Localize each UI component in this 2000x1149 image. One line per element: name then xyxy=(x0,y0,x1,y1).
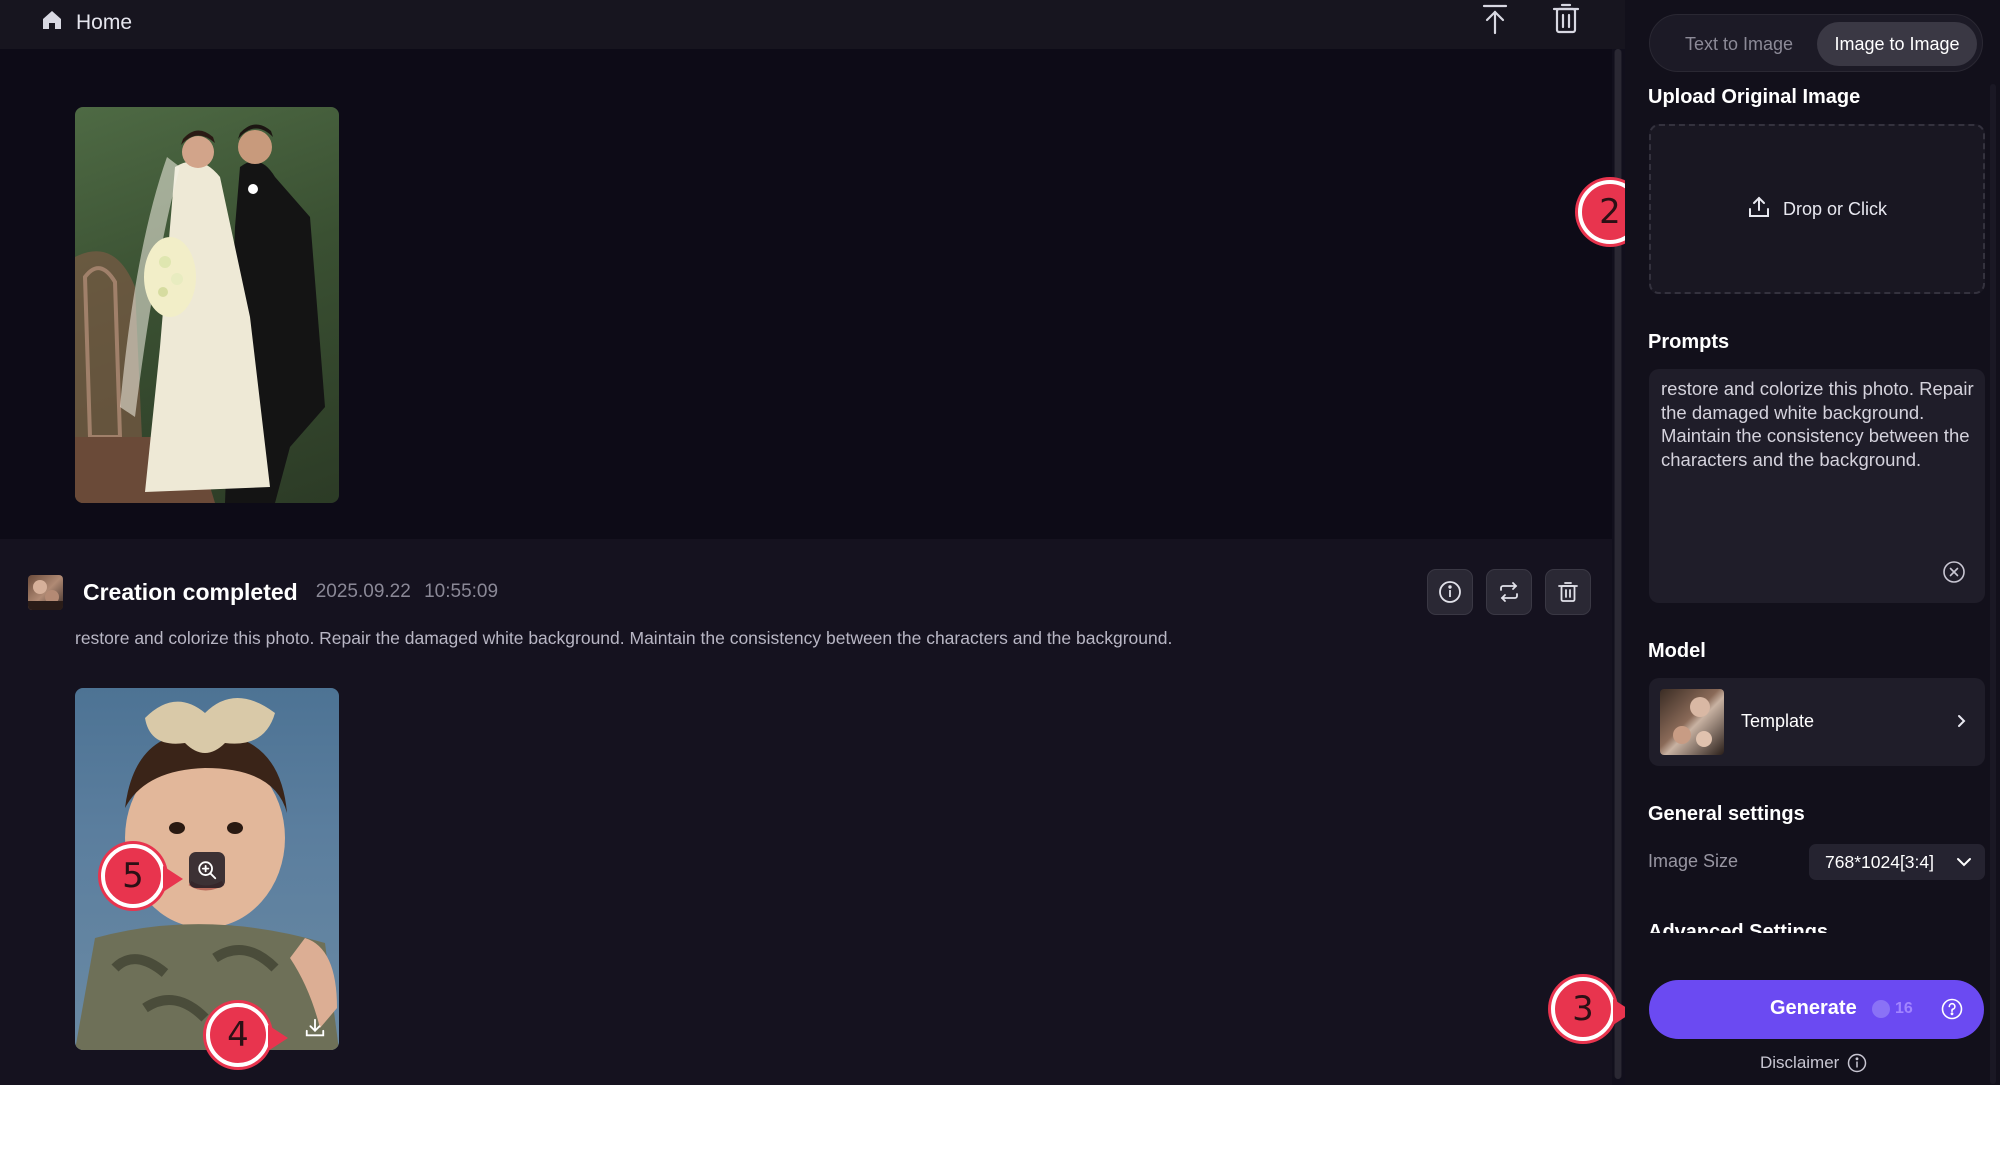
zoom-button[interactable] xyxy=(189,852,225,888)
generate-cost: 16 xyxy=(1895,1000,1913,1017)
regenerate-button[interactable] xyxy=(1486,569,1532,615)
advanced-settings-header[interactable]: Advanced Settings xyxy=(1648,918,1968,933)
general-settings-title: General settings xyxy=(1648,803,1805,825)
callout-badge-4: 4 xyxy=(206,1003,288,1067)
home-link[interactable]: Home xyxy=(40,8,132,38)
credit-coin-icon xyxy=(1872,1000,1890,1018)
creation-header: Creation completed 2025.09.22 10:55:09 xyxy=(28,574,498,610)
wedding-photo-image xyxy=(75,124,325,503)
scroll-to-top-icon[interactable] xyxy=(1478,2,1512,36)
creation-timestamp: 2025.09.22 10:55:09 xyxy=(315,581,499,602)
generate-button[interactable]: Generate 16 xyxy=(1649,980,1984,1039)
delete-icon xyxy=(1558,582,1578,602)
zoom-icon xyxy=(198,861,217,880)
creation-avatar xyxy=(28,574,63,610)
model-selector[interactable]: Template xyxy=(1649,678,1985,766)
clear-prompt-icon[interactable] xyxy=(1942,560,1966,584)
creation-status: Creation completed xyxy=(83,578,298,605)
regenerate-icon xyxy=(1500,582,1518,602)
upload-dropzone[interactable]: Drop or Click xyxy=(1649,124,1985,294)
download-button[interactable] xyxy=(298,1013,332,1043)
info-icon xyxy=(1848,1053,1867,1073)
tab-text-to-image[interactable]: Text to Image xyxy=(1658,22,1820,66)
disclaimer-label: Disclaimer xyxy=(1760,1053,1840,1072)
image-size-select[interactable]: 768*1024[3:4] xyxy=(1809,844,1985,880)
help-icon[interactable] xyxy=(1941,998,1963,1020)
tab-image-to-image[interactable]: Image to Image xyxy=(1817,22,1977,66)
delete-button[interactable] xyxy=(1545,569,1591,615)
prompt-text: restore and colorize this photo. Repair … xyxy=(1661,378,1974,470)
chevron-down-icon xyxy=(1957,858,1971,867)
prompt-textarea[interactable]: restore and colorize this photo. Repair … xyxy=(1649,369,1985,603)
home-icon xyxy=(40,8,64,38)
info-button[interactable] xyxy=(1427,569,1473,615)
image-size-value: 768*1024[3:4] xyxy=(1825,851,1934,872)
advanced-settings-title: Advanced Settings xyxy=(1648,921,1829,933)
model-name: Template xyxy=(1741,711,1815,731)
trash-icon[interactable] xyxy=(1549,2,1583,36)
chevron-right-icon xyxy=(1958,715,1966,727)
image-size-label: Image Size xyxy=(1648,851,1739,871)
upload-icon xyxy=(1747,195,1771,224)
app-window: Home Creation completed 2025.09.22 10:55… xyxy=(0,0,2000,1085)
top-bar: Home xyxy=(0,0,1625,49)
upload-section-title: Upload Original Image xyxy=(1648,86,1861,108)
panel-scrollbar[interactable] xyxy=(1990,84,1996,1084)
disclaimer-link[interactable]: Disclaimer xyxy=(1760,1053,1867,1073)
model-thumbnail xyxy=(1660,689,1724,755)
mode-tabs: Text to Image Image to Image xyxy=(1649,14,1983,72)
prompts-section-title: Prompts xyxy=(1648,331,1730,353)
download-icon xyxy=(305,1018,325,1037)
callout-badge-5: 5 xyxy=(101,844,183,908)
info-icon xyxy=(1439,581,1461,603)
callout-badge-3: 3 xyxy=(1551,977,1633,1041)
home-label: Home xyxy=(76,11,133,34)
creation-prompt-text: restore and colorize this photo. Repair … xyxy=(75,628,1173,648)
generate-label: Generate xyxy=(1770,997,1857,1019)
original-photo-thumbnail[interactable] xyxy=(75,107,339,503)
model-section-title: Model xyxy=(1648,640,1706,662)
upload-label: Drop or Click xyxy=(1782,198,1888,219)
